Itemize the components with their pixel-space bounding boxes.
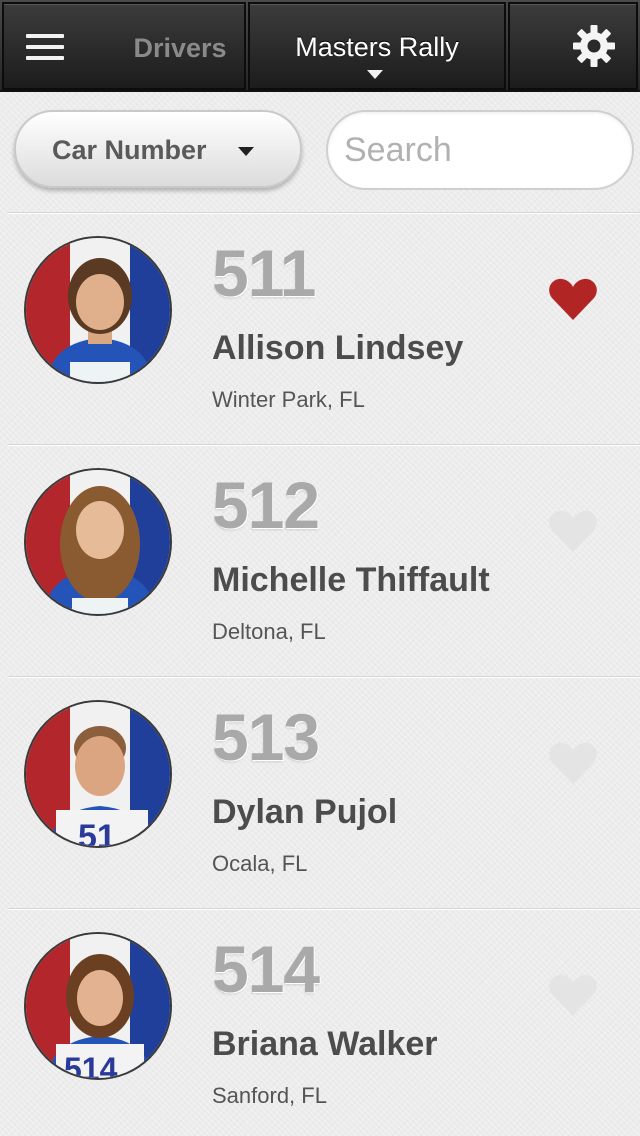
row-divider: [8, 444, 640, 446]
driver-row[interactable]: 51 513 Dylan Pujol Ocala, FL: [0, 676, 640, 908]
driver-name: Michelle Thiffault: [212, 561, 490, 599]
driver-row[interactable]: 511 Allison Lindsey Winter Park, FL: [0, 212, 640, 444]
svg-text:514: 514: [64, 1051, 118, 1080]
gear-icon[interactable]: [572, 24, 616, 68]
car-number: 511: [212, 236, 316, 310]
driver-name: Allison Lindsey: [212, 329, 464, 367]
event-title-dropdown[interactable]: Masters Rally: [250, 24, 504, 70]
heart-icon[interactable]: [548, 508, 598, 554]
driver-row[interactable]: 514 514 Briana Walker Sanford, FL: [0, 908, 640, 1136]
row-divider: [8, 676, 640, 678]
row-divider: [8, 908, 640, 910]
heart-icon[interactable]: [548, 972, 598, 1018]
driver-location: Deltona, FL: [212, 619, 326, 644]
drivers-nav-button[interactable]: Drivers: [120, 28, 240, 68]
driver-name: Dylan Pujol: [212, 793, 398, 831]
car-number: 512: [212, 468, 320, 542]
chevron-down-icon: [238, 147, 254, 156]
driver-location: Winter Park, FL: [212, 387, 365, 412]
driver-avatar: 514: [24, 932, 172, 1080]
car-number: 514: [212, 932, 320, 1006]
car-number: 513: [212, 700, 320, 774]
top-navigation-bar: Drivers Masters Rally: [0, 0, 640, 92]
driver-list: 511 Allison Lindsey Winter Park, FL 512 …: [0, 212, 640, 1136]
driver-location: Sanford, FL: [212, 1083, 327, 1108]
driver-avatar: [24, 236, 172, 384]
driver-location: Ocala, FL: [212, 851, 308, 876]
heart-icon[interactable]: [548, 740, 598, 786]
hamburger-menu-icon[interactable]: [26, 34, 64, 60]
svg-text:51: 51: [78, 818, 116, 848]
heart-icon[interactable]: [548, 276, 598, 322]
driver-row[interactable]: 512 Michelle Thiffault Deltona, FL: [0, 444, 640, 676]
driver-avatar: 51: [24, 700, 172, 848]
row-divider: [8, 212, 640, 214]
sort-dropdown[interactable]: Car Number: [14, 110, 302, 188]
search-input[interactable]: [326, 110, 634, 190]
chevron-down-icon: [367, 70, 383, 79]
driver-name: Briana Walker: [212, 1025, 438, 1063]
sort-dropdown-label: Car Number: [52, 135, 207, 165]
driver-avatar: [24, 468, 172, 616]
